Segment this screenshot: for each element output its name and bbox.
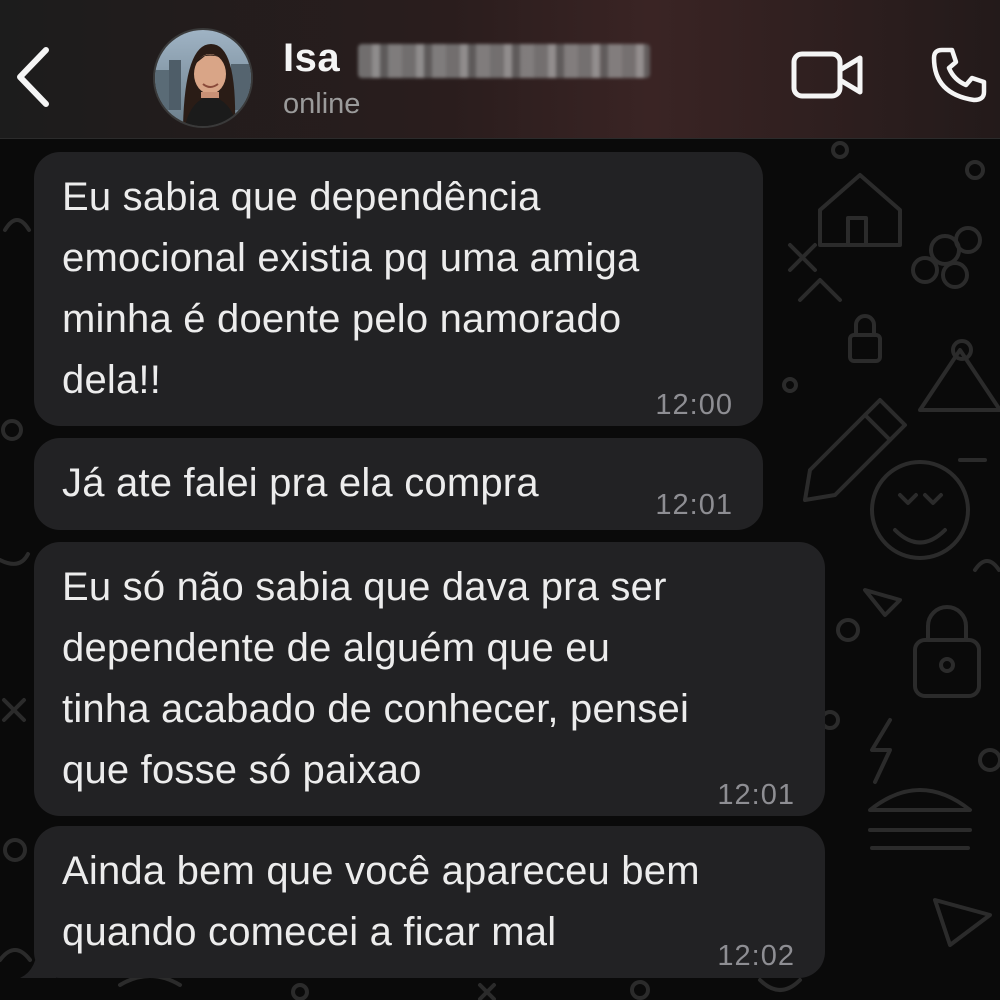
video-camera-icon (791, 51, 863, 99)
avatar-photo (155, 30, 251, 126)
video-call-button[interactable] (790, 48, 866, 104)
back-button[interactable] (10, 42, 56, 112)
message-bubble[interactable]: Já ate falei pra ela compra 12:01 (34, 438, 763, 530)
message-text: Eu só não sabia que dava pra ser depende… (62, 565, 690, 792)
chat-screen: Isa online Eu sabia que dependência emoc… (0, 0, 1000, 1000)
bubble-tail (20, 940, 56, 978)
message-timestamp: 12:01 (717, 779, 795, 811)
message-bubble[interactable]: Eu só não sabia que dava pra ser depende… (34, 542, 825, 816)
message-timestamp: 12:02 (717, 940, 795, 972)
message-timestamp: 12:00 (655, 389, 733, 421)
message-timestamp: 12:01 (655, 489, 733, 521)
message-bubble[interactable]: Ainda bem que você apareceu bem quando c… (34, 826, 825, 978)
voice-call-button[interactable] (928, 44, 990, 106)
contact-avatar[interactable] (153, 28, 253, 128)
chevron-left-icon (17, 47, 49, 107)
message-bubble[interactable]: Eu sabia que dependência emocional exist… (34, 152, 763, 426)
message-text: Eu sabia que dependência emocional exist… (62, 175, 640, 402)
chat-header: Isa online (0, 0, 1000, 139)
blurred-surname (358, 44, 650, 78)
contact-name[interactable]: Isa (283, 36, 340, 81)
message-text: Ainda bem que você apareceu bem quando c… (62, 849, 700, 954)
contact-status: online (283, 88, 361, 120)
phone-icon (931, 47, 987, 103)
